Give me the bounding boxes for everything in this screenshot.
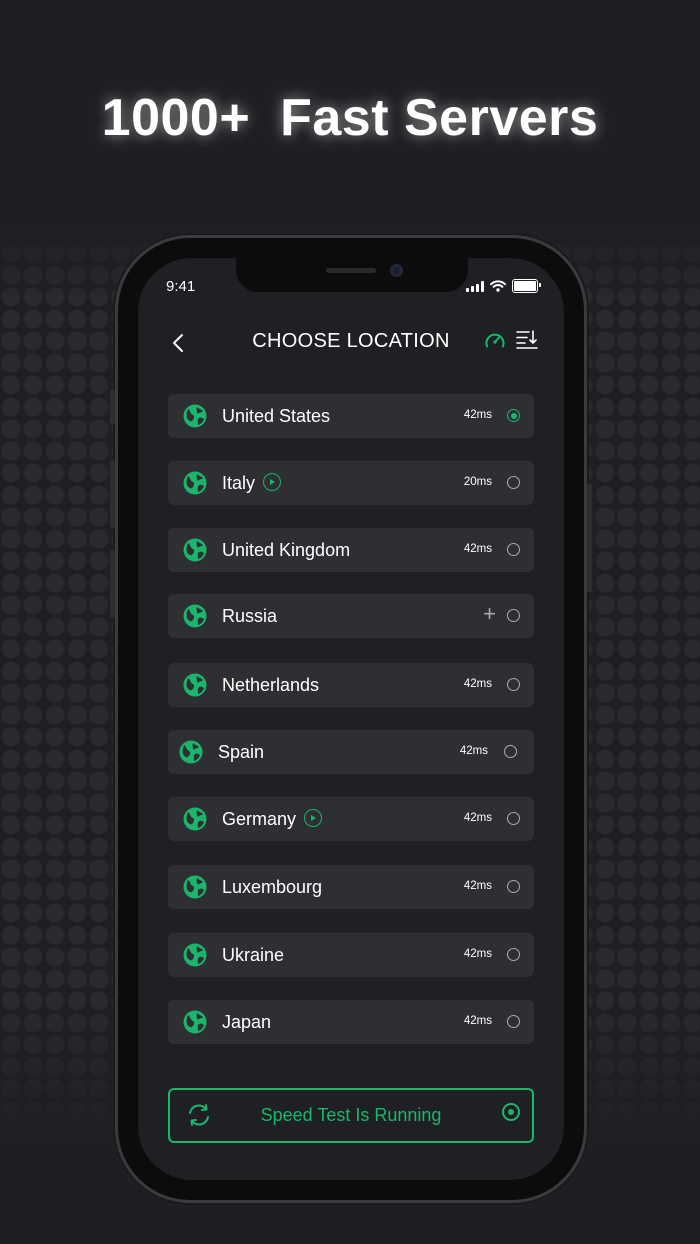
location-row[interactable]: Netherlands 42ms [168,663,534,707]
ping-value: 42ms [463,543,492,555]
ping-value: 42ms [463,948,492,960]
radio-button[interactable] [507,880,520,893]
location-name-text: United Kingdom [222,540,351,560]
ping-value: 42ms [463,678,492,690]
camera [390,264,403,277]
location-name-text: Italy [222,473,256,493]
sort-icon[interactable] [516,328,538,350]
location-name: Netherlands [222,675,319,696]
location-row[interactable]: Germany 42ms [168,797,534,841]
ping-value: 20ms [463,476,492,488]
radio-button[interactable] [507,1015,520,1028]
location-row[interactable]: Ukraine 42ms [168,933,534,977]
globe-icon [182,806,208,832]
location-name: Spain [218,742,264,763]
signal-icon [466,280,484,292]
volume-down-button [110,550,115,618]
mute-switch [110,390,115,424]
speed-test-label: Speed Test Is Running [260,1105,442,1125]
wifi-icon [490,280,506,292]
ping-value: 42ms [459,745,488,757]
headline: 1000+ Fast Servers [101,89,599,147]
globe-icon [182,874,208,900]
play-icon[interactable] [263,473,282,492]
location-row[interactable]: Spain 42ms [168,730,534,774]
globe-icon [182,470,208,496]
battery-icon [512,279,541,293]
speedometer-icon[interactable] [484,330,506,352]
location-row[interactable]: United Kingdom 42ms [168,528,534,572]
location-name: Russia [222,606,277,627]
phone-frame: 9:41 CHOOSE LOCATION United States 42ms … [110,238,592,1200]
volume-up-button [110,460,115,528]
location-row[interactable]: Luxembourg 42ms [168,865,534,909]
location-row[interactable]: Russia + [168,594,534,638]
speaker [326,268,376,273]
ping-value: 42ms [463,1015,492,1027]
radio-button[interactable] [507,409,520,422]
globe-icon [182,537,208,563]
location-row[interactable]: Italy 20ms [168,461,534,505]
ping-value: 42ms [463,409,492,421]
location-name: Germany [222,809,323,830]
location-name: United States [222,406,330,427]
radio-button[interactable] [507,812,520,825]
notch [236,258,468,292]
radio-button[interactable] [507,543,520,556]
radio-button[interactable] [507,948,520,961]
nav-bar: CHOOSE LOCATION [138,324,564,360]
globe-icon [182,942,208,968]
location-name-text: Ukraine [222,945,285,965]
location-name: Luxembourg [222,877,322,898]
plus-icon[interactable]: + [483,603,496,625]
location-name-text: United States [222,406,331,426]
speed-test-button[interactable]: Speed Test Is Running [168,1088,534,1143]
location-name: Japan [222,1012,271,1033]
globe-icon [182,603,208,629]
location-name-text: Luxembourg [222,877,323,897]
status-icons [466,279,541,293]
ping-value: 42ms [463,880,492,892]
location-name-text: Netherlands [222,675,320,695]
phone-screen: 9:41 CHOOSE LOCATION United States 42ms … [138,258,564,1180]
radio-button[interactable] [507,476,520,489]
location-name-text: Germany [222,809,297,829]
location-name-text: Japan [222,1012,272,1032]
globe-icon [182,403,208,429]
location-row[interactable]: United States 42ms [168,394,534,438]
location-name: Ukraine [222,945,284,966]
record-icon [502,1103,520,1121]
power-button [587,484,592,592]
location-name: United Kingdom [222,540,350,561]
globe-icon [178,739,204,765]
radio-button[interactable] [507,678,520,691]
globe-icon [182,672,208,698]
ping-value: 42ms [463,812,492,824]
play-icon[interactable] [304,809,323,828]
location-name: Italy [222,473,282,494]
location-row[interactable]: Japan 42ms [168,1000,534,1044]
location-name-text: Spain [218,742,265,762]
radio-button[interactable] [504,745,517,758]
location-name-text: Russia [222,606,278,626]
radio-button[interactable] [507,609,520,622]
status-time: 9:41 [166,278,196,295]
globe-icon [182,1009,208,1035]
